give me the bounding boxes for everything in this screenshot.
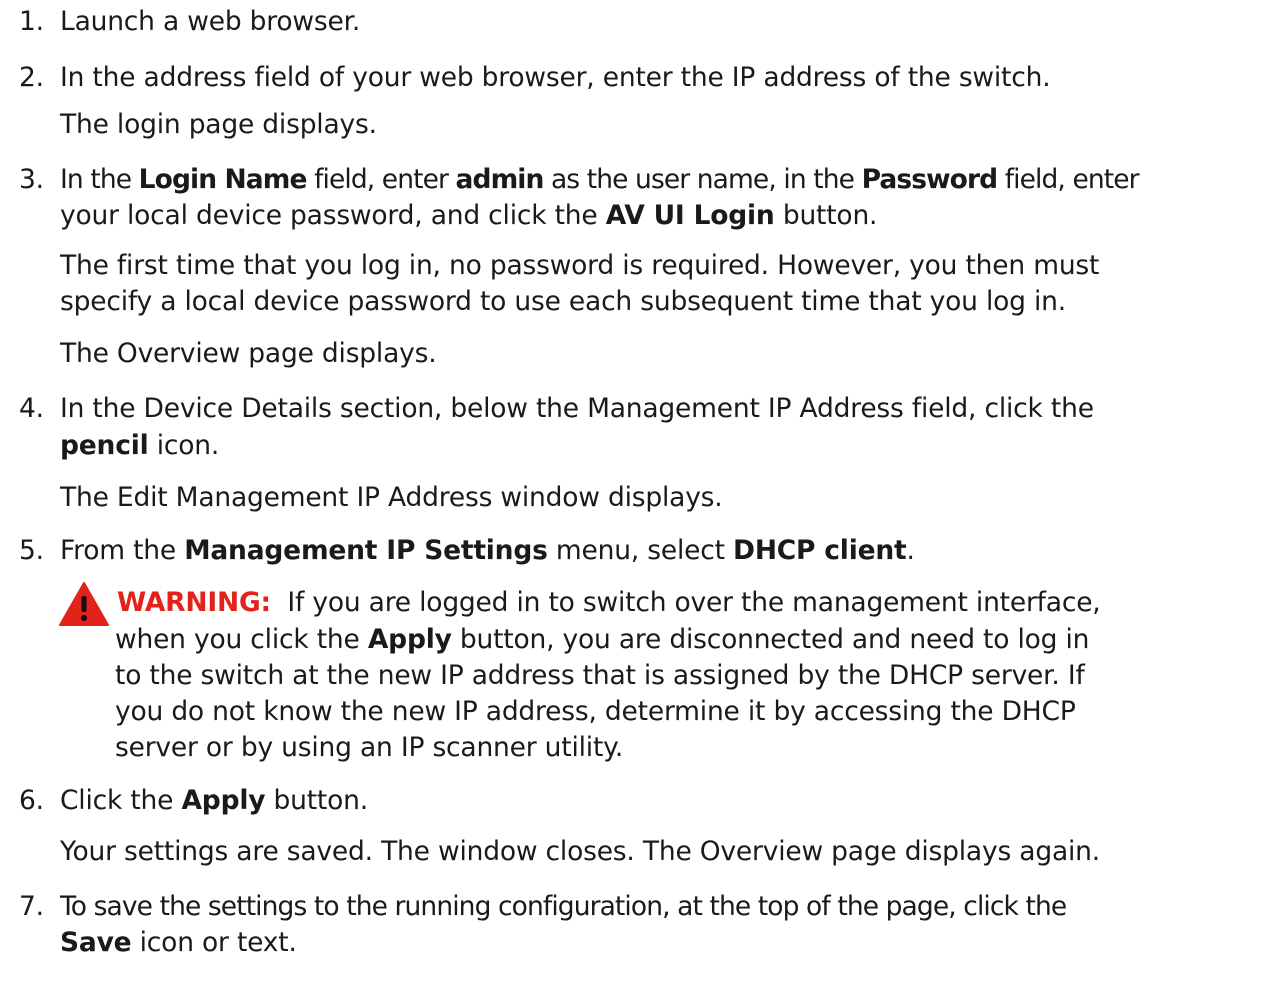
step-text: To save the settings to the running conf… xyxy=(60,891,1067,922)
step-number: 7. xyxy=(19,891,44,922)
step-text: From the Management IP Settings menu, se… xyxy=(60,535,915,566)
step-text: In the Login Name field, enter admin as … xyxy=(60,164,1140,195)
warning-text: you do not know the new IP address, dete… xyxy=(115,696,1076,727)
warning-text: WARNING: If you are logged in to switch … xyxy=(117,587,1101,618)
apply-term: Apply xyxy=(367,624,452,655)
av-ui-login-term: AV UI Login xyxy=(605,200,775,231)
step-text: your local device password, and click th… xyxy=(60,200,878,231)
step-result-text: The Edit Management IP Address window di… xyxy=(60,482,723,513)
step-number: 3. xyxy=(19,164,44,195)
step-text: Save icon or text. xyxy=(60,927,297,958)
step-number: 4. xyxy=(19,393,44,424)
save-term: Save xyxy=(60,927,132,958)
step-number: 2. xyxy=(19,62,44,93)
warning-triangle-icon xyxy=(59,582,109,626)
admin-term: admin xyxy=(455,164,545,195)
step-result-text: The Overview page displays. xyxy=(60,338,437,369)
step-text: Launch a web browser. xyxy=(60,6,361,37)
step-text: pencil icon. xyxy=(60,430,220,461)
step-text: In the address field of your web browser… xyxy=(60,62,1051,93)
pencil-term: pencil xyxy=(60,430,149,461)
step-text: Click the Apply button. xyxy=(60,785,368,816)
step-text: In the Device Details section, below the… xyxy=(60,393,1094,424)
warning-text: server or by using an IP scanner utility… xyxy=(115,732,624,763)
step-number: 1. xyxy=(19,6,44,37)
management-ip-settings-term: Management IP Settings xyxy=(184,535,548,566)
step-result-text: Your settings are saved. The window clos… xyxy=(60,836,1100,867)
warning-label: WARNING: xyxy=(117,587,271,618)
step-note-text: The first time that you log in, no passw… xyxy=(60,250,1100,281)
warning-text: when you click the Apply button, you are… xyxy=(115,624,1090,655)
apply-term: Apply xyxy=(181,785,266,816)
step-note-text: specify a local device password to use e… xyxy=(60,286,1066,317)
warning-text: to the switch at the new IP address that… xyxy=(115,660,1085,691)
login-name-term: Login Name xyxy=(138,164,308,195)
step-result-text: The login page displays. xyxy=(60,109,377,140)
password-term: Password xyxy=(861,164,999,195)
step-number: 5. xyxy=(19,535,44,566)
step-number: 6. xyxy=(19,785,44,816)
dhcp-client-term: DHCP client xyxy=(733,535,907,566)
